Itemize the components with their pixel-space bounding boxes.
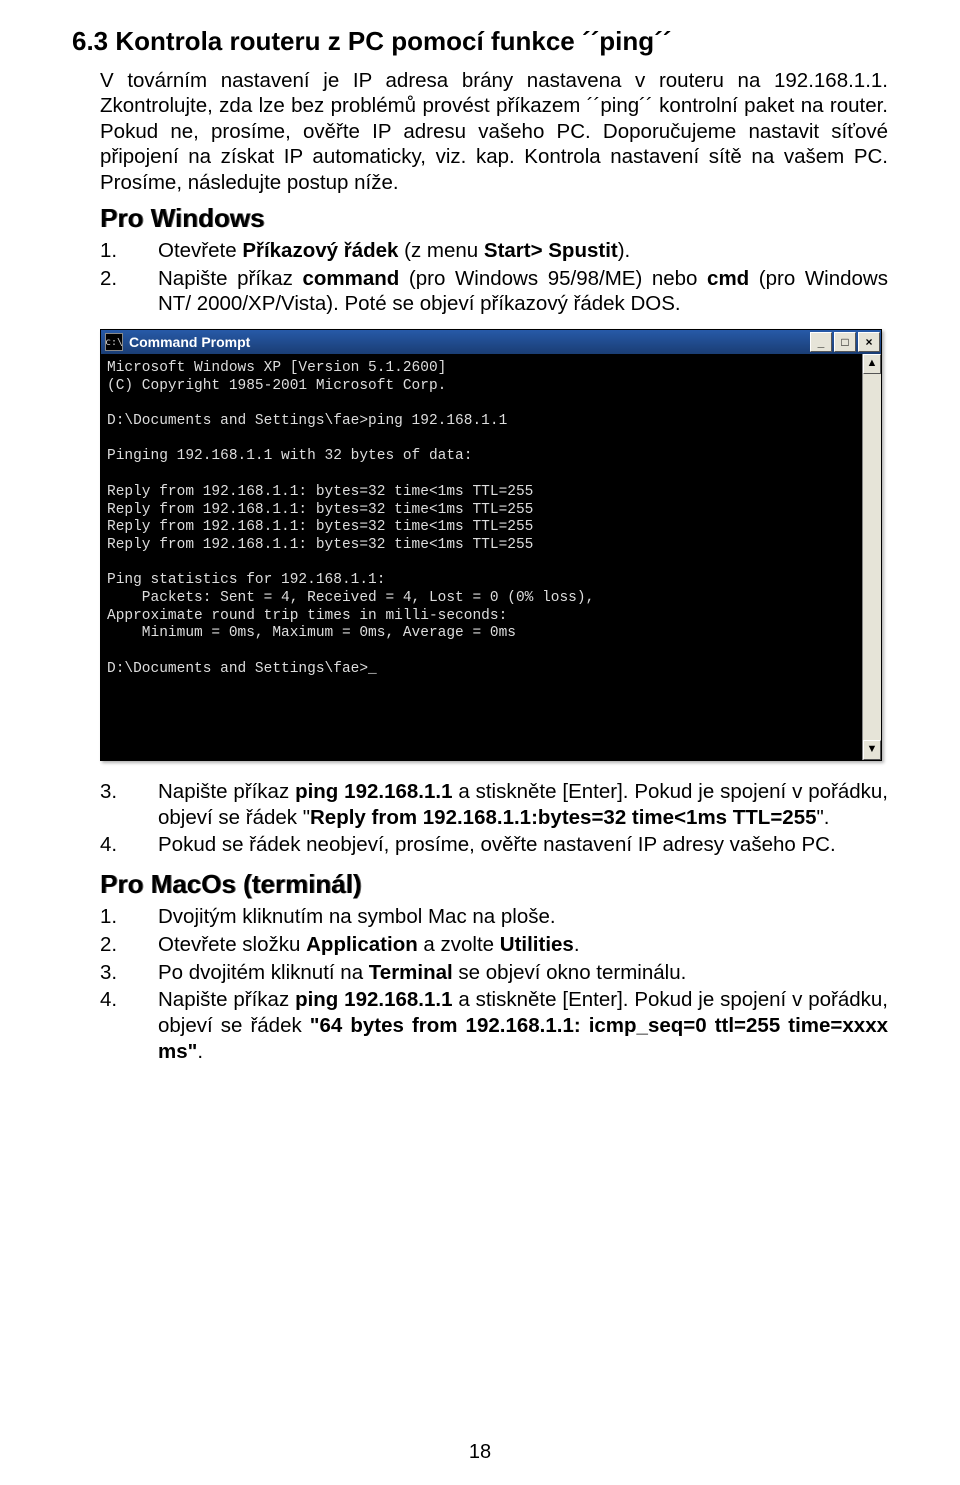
step-number: 1. <box>100 238 158 264</box>
list-item: 3. Po dvojitém kliknutí na Terminal se o… <box>100 960 888 986</box>
macos-heading: Pro MacOs (terminál) <box>100 868 888 901</box>
step-number: 2. <box>100 266 158 317</box>
cmd-icon: c:\ <box>105 333 123 351</box>
scroll-up-icon[interactable]: ▲ <box>863 354 881 374</box>
titlebar: c:\ Command Prompt _ □ × <box>101 330 881 354</box>
section-title: 6.3 Kontrola routeru z PC pomocí funkce … <box>72 25 888 58</box>
list-item: 2. Otevřete složku Application a zvolte … <box>100 932 888 958</box>
step-text: Dvojitým kliknutím na symbol Mac na ploš… <box>158 904 888 930</box>
step-text: Otevřete Příkazový řádek (z menu Start> … <box>158 238 888 264</box>
macos-steps: 1. Dvojitým kliknutím na symbol Mac na p… <box>100 904 888 1064</box>
scroll-down-icon[interactable]: ▼ <box>863 740 881 760</box>
list-item: 1. Dvojitým kliknutím na symbol Mac na p… <box>100 904 888 930</box>
minimize-button[interactable]: _ <box>810 332 832 352</box>
scrollbar[interactable]: ▲ ▼ <box>862 354 881 760</box>
step-number: 3. <box>100 960 158 986</box>
step-number: 3. <box>100 779 158 830</box>
window-title: Command Prompt <box>129 334 250 350</box>
list-item: 2. Napište příkaz command (pro Windows 9… <box>100 266 888 317</box>
windows-steps-before: 1. Otevřete Příkazový řádek (z menu Star… <box>100 238 888 317</box>
step-text: Po dvojitém kliknutí na Terminal se obje… <box>158 960 888 986</box>
intro-paragraph: V továrním nastavení je IP adresa brány … <box>100 68 888 196</box>
windows-steps-after: 3. Napište příkaz ping 192.168.1.1 a sti… <box>100 779 888 858</box>
close-button[interactable]: × <box>858 332 880 352</box>
list-item: 4. Pokud se řádek neobjeví, prosíme, ově… <box>100 832 888 858</box>
page: 6.3 Kontrola routeru z PC pomocí funkce … <box>0 0 960 1485</box>
list-item: 3. Napište příkaz ping 192.168.1.1 a sti… <box>100 779 888 830</box>
list-item: 4. Napište příkaz ping 192.168.1.1 a sti… <box>100 987 888 1064</box>
step-number: 4. <box>100 987 158 1064</box>
page-number: 18 <box>0 1440 960 1465</box>
console-output: Microsoft Windows XP [Version 5.1.2600] … <box>101 354 862 760</box>
maximize-button[interactable]: □ <box>834 332 856 352</box>
list-item: 1. Otevřete Příkazový řádek (z menu Star… <box>100 238 888 264</box>
step-number: 1. <box>100 904 158 930</box>
step-text: Napište příkaz ping 192.168.1.1 a stiskn… <box>158 779 888 830</box>
command-prompt-window: c:\ Command Prompt _ □ × Microsoft Windo… <box>100 329 882 761</box>
step-text: Pokud se řádek neobjeví, prosíme, ověřte… <box>158 832 888 858</box>
step-text: Napište příkaz ping 192.168.1.1 a stiskn… <box>158 987 888 1064</box>
step-number: 2. <box>100 932 158 958</box>
step-text: Napište příkaz command (pro Windows 95/9… <box>158 266 888 317</box>
windows-heading: Pro Windows <box>100 202 888 235</box>
step-number: 4. <box>100 832 158 858</box>
step-text: Otevřete složku Application a zvolte Uti… <box>158 932 888 958</box>
